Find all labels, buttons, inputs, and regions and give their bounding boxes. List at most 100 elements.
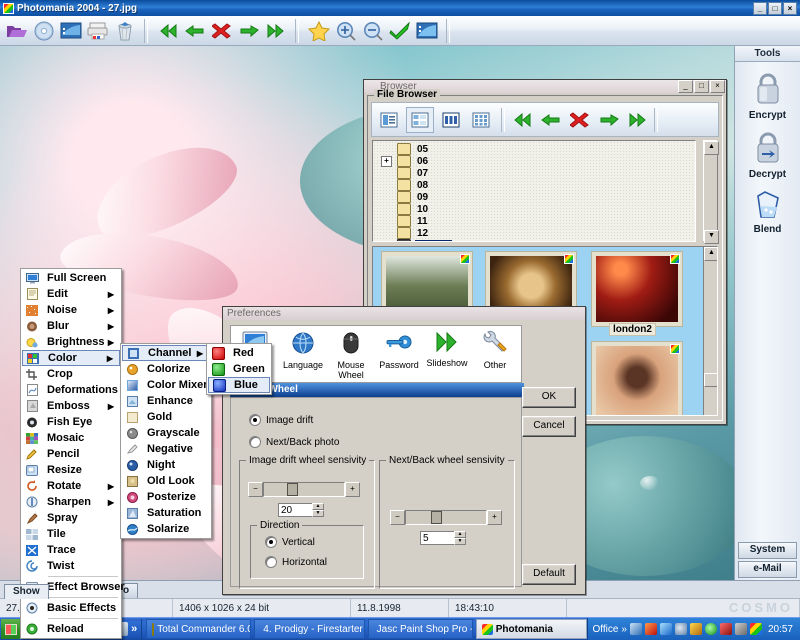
next-back-value-input[interactable] xyxy=(420,531,454,545)
color-menu-item-posterize[interactable]: Posterize xyxy=(122,489,210,505)
browser-next-button[interactable] xyxy=(595,107,622,132)
menu-item-sharpen[interactable]: Sharpen ▶ xyxy=(22,494,120,510)
expand-icon[interactable]: + xyxy=(381,155,392,167)
next-button[interactable] xyxy=(235,18,262,43)
default-button[interactable]: Default xyxy=(522,564,576,585)
menu-item-reload[interactable]: Reload xyxy=(22,621,120,637)
stepper-up[interactable]: ▲ xyxy=(454,531,466,538)
slider-thumb[interactable] xyxy=(431,511,442,524)
menu-item-color[interactable]: Color ▶ xyxy=(22,350,120,366)
tray-icon-5[interactable] xyxy=(689,623,702,635)
color-menu-item-channel[interactable]: Channel ▶ xyxy=(122,345,210,361)
cancel-button[interactable]: Cancel xyxy=(522,416,576,437)
browser-delete-button[interactable] xyxy=(566,107,593,132)
tray-overflow[interactable]: » xyxy=(621,624,627,635)
tool-decrypt[interactable]: Decrypt xyxy=(735,131,800,180)
menu-item-emboss[interactable]: Emboss ▶ xyxy=(22,398,120,414)
pref-slideshow-button[interactable]: Slideshow xyxy=(423,326,471,368)
zoom-in-button[interactable] xyxy=(332,18,359,43)
color-menu-item-gold[interactable]: Gold xyxy=(122,409,210,425)
radio-image-drift[interactable]: Image drift xyxy=(249,414,313,426)
browser-restore-button[interactable]: □ xyxy=(694,80,709,93)
slider-thumb[interactable] xyxy=(287,483,298,496)
slider-track[interactable] xyxy=(405,510,487,525)
desktop-button[interactable] xyxy=(57,18,84,43)
quick-launch-overflow[interactable]: » xyxy=(131,623,137,635)
tree-node[interactable]: +06 xyxy=(373,155,695,167)
next-back-slider[interactable]: − + xyxy=(390,510,502,525)
tree-scrollbar[interactable]: ▲ ▼ xyxy=(703,140,719,244)
tray-icon-1[interactable] xyxy=(629,623,642,635)
task-prodigy[interactable]: 4. Prodigy - Firestarter - Wi.. xyxy=(254,619,365,639)
menu-item-crop[interactable]: Crop xyxy=(22,366,120,382)
minimize-button[interactable]: _ xyxy=(753,1,767,15)
menu-item-blur[interactable]: Blur ▶ xyxy=(22,318,120,334)
radio-horizontal[interactable]: Horizontal xyxy=(265,556,327,568)
open-folder-button[interactable] xyxy=(3,18,30,43)
next-back-value-stepper[interactable]: ▲▼ xyxy=(420,531,466,545)
printer-button[interactable] xyxy=(84,18,111,43)
browser-close-button[interactable]: × xyxy=(710,80,725,93)
tray-icon-6[interactable] xyxy=(704,623,717,635)
view-thumbnails-button[interactable] xyxy=(438,108,464,132)
color-menu-item-negative[interactable]: Negative xyxy=(122,441,210,457)
task-paint-shop-pro[interactable]: Jasc Paint Shop Pro - Ima.. xyxy=(367,619,473,639)
channel-submenu[interactable]: Red Green Blue xyxy=(206,343,272,395)
folder-tree[interactable]: 05 +06 07 08 09 10 11 12 For US xyxy=(372,140,696,242)
delete-button[interactable] xyxy=(208,18,235,43)
menu-item-pencil[interactable]: Pencil xyxy=(22,446,120,462)
tool-encrypt[interactable]: Encrypt xyxy=(735,72,800,121)
stepper-down[interactable]: ▼ xyxy=(312,510,324,517)
trash-bin-button[interactable] xyxy=(111,18,138,43)
tree-node[interactable]: 05 xyxy=(373,143,695,155)
browser-first-button[interactable] xyxy=(508,107,535,132)
close-button[interactable]: × xyxy=(783,1,797,15)
stepper-arrows[interactable]: ▲ ▼ xyxy=(454,531,466,545)
menu-item-rotate[interactable]: Rotate ▶ xyxy=(22,478,120,494)
slider-plus-button[interactable]: + xyxy=(345,482,360,497)
view-list-button[interactable] xyxy=(376,108,402,132)
color-menu-item-solarize[interactable]: Solarize xyxy=(122,521,210,537)
tray-photomania-icon[interactable] xyxy=(749,623,762,635)
first-button[interactable] xyxy=(154,18,181,43)
preferences-dialog[interactable]: Preferences Language Mouse Wheel Passwor… xyxy=(222,306,586,595)
task-photomania[interactable]: Photomania xyxy=(475,619,588,639)
slider-minus-button[interactable]: − xyxy=(390,510,405,525)
stepper-arrows[interactable]: ▲ ▼ xyxy=(312,503,324,517)
tree-node[interactable]: 07 xyxy=(373,167,695,179)
color-menu-item-night[interactable]: Night xyxy=(122,457,210,473)
menu-item-resize[interactable]: Resize xyxy=(22,462,120,478)
tray-icon-8[interactable] xyxy=(734,623,747,635)
browser-last-button[interactable] xyxy=(624,107,651,132)
thumb-scroll-up-button[interactable]: ▲ xyxy=(704,247,717,261)
menu-item-twist[interactable]: Twist xyxy=(22,558,120,574)
task-total-commander[interactable]: Total Commander 6.01 - sa.. xyxy=(146,619,252,639)
tree-node[interactable]: 10 xyxy=(373,203,695,215)
cd-button[interactable] xyxy=(30,18,57,43)
pref-other-button[interactable]: Other xyxy=(471,326,519,370)
slider-plus-button[interactable]: + xyxy=(487,510,502,525)
taskbar-clock[interactable]: 20:57 xyxy=(765,624,796,635)
pref-password-button[interactable]: Password xyxy=(375,326,423,370)
menu-item-mosaic[interactable]: Mosaic xyxy=(22,430,120,446)
image-drift-slider[interactable]: − + xyxy=(248,482,360,497)
color-menu-item-colorize[interactable]: Colorize xyxy=(122,361,210,377)
view-details-button[interactable] xyxy=(406,106,434,133)
system-button[interactable]: System xyxy=(738,542,797,559)
tree-node[interactable]: 09 xyxy=(373,191,695,203)
previous-button[interactable] xyxy=(181,18,208,43)
scroll-down-button[interactable]: ▼ xyxy=(704,230,719,244)
radio-next-back-photo[interactable]: Next/Back photo xyxy=(249,436,339,448)
tree-node-selected[interactable]: For US xyxy=(373,239,695,241)
channel-menu-item-red[interactable]: Red xyxy=(208,345,270,361)
menu-item-deformations[interactable]: Deformations xyxy=(22,382,120,398)
color-menu-item-grayscale[interactable]: Grayscale xyxy=(122,425,210,441)
radio-vertical[interactable]: Vertical xyxy=(265,536,315,548)
tray-icon-2[interactable] xyxy=(644,623,657,635)
color-menu-item-color-mixer[interactable]: Color Mixer xyxy=(122,377,210,393)
apply-button[interactable] xyxy=(386,18,413,43)
favorite-button[interactable] xyxy=(305,18,332,43)
tray-volume-icon[interactable] xyxy=(674,623,687,635)
menu-item-trace[interactable]: Trace xyxy=(22,542,120,558)
thumb-scroll-thumb[interactable] xyxy=(704,373,717,387)
